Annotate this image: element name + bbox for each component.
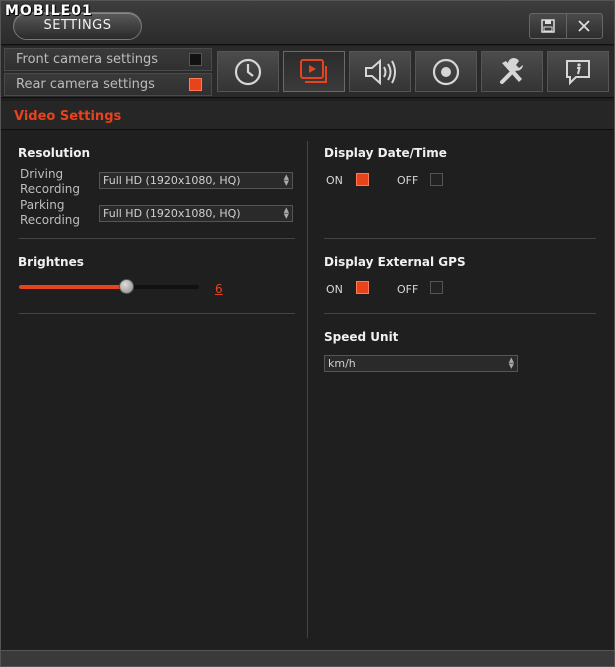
status-footer	[1, 650, 614, 666]
gps-on-checkbox[interactable]	[356, 281, 369, 294]
divider-line	[19, 313, 295, 314]
brightness-slider-thumb[interactable]	[119, 279, 134, 294]
gps-off-label: OFF	[397, 283, 419, 296]
front-camera-option[interactable]: Front camera settings	[4, 48, 212, 71]
resolution-heading: Resolution	[18, 146, 91, 160]
column-divider	[307, 141, 308, 638]
rear-camera-indicator	[189, 78, 202, 91]
tab-recording[interactable]	[415, 51, 477, 92]
settings-tabs	[217, 51, 613, 93]
tools-icon	[500, 57, 523, 84]
brightness-heading: Brightnes	[18, 255, 84, 269]
divider-line	[324, 238, 596, 239]
speed-unit-select[interactable]: km/h ▲ ▼	[324, 355, 518, 372]
spinner-arrows-icon: ▲ ▼	[508, 356, 514, 370]
spinner-arrows-icon: ▲ ▼	[283, 206, 289, 220]
brightness-slider[interactable]	[19, 279, 199, 294]
driving-resolution-value: Full HD (1920x1080, HQ)	[103, 174, 241, 187]
brightness-slider-fill	[19, 285, 127, 289]
record-icon	[432, 58, 460, 85]
rear-camera-option[interactable]: Rear camera settings	[4, 73, 212, 96]
mobile01-logo: MOBILE01	[5, 3, 93, 19]
close-icon	[578, 20, 590, 32]
date-time-off-checkbox[interactable]	[430, 173, 443, 186]
spinner-arrows-icon: ▲ ▼	[283, 173, 289, 187]
window-buttons	[529, 13, 603, 39]
parking-recording-label-line1: Parking	[20, 198, 65, 212]
date-time-heading: Display Date/Time	[324, 146, 447, 160]
date-time-on-checkbox[interactable]	[356, 173, 369, 186]
camera-and-tabs-bar: Front camera settings Rear camera settin…	[1, 46, 614, 98]
tab-time[interactable]	[217, 51, 279, 92]
speaker-icon	[365, 58, 396, 85]
settings-window: SETTINGS MOBILE01 Front camera settings	[0, 0, 615, 667]
tab-sound[interactable]	[349, 51, 411, 92]
speed-unit-heading: Speed Unit	[324, 330, 399, 344]
video-icon	[300, 58, 327, 83]
tab-video[interactable]	[283, 51, 345, 92]
settings-title: SETTINGS	[43, 18, 112, 33]
section-title: Video Settings	[14, 109, 122, 124]
gps-on-label: ON	[326, 283, 343, 296]
save-button[interactable]	[530, 14, 566, 38]
tab-info[interactable]	[547, 51, 609, 92]
speed-unit-value: km/h	[328, 357, 356, 370]
rear-camera-label: Rear camera settings	[16, 77, 155, 92]
save-icon	[541, 19, 555, 33]
divider-line	[324, 313, 596, 314]
driving-recording-label-line2: Recording	[20, 182, 81, 196]
gps-off-checkbox[interactable]	[430, 281, 443, 294]
front-camera-indicator	[189, 53, 202, 66]
divider-line	[19, 238, 295, 239]
date-time-on-label: ON	[326, 174, 343, 187]
clock-icon	[234, 58, 262, 85]
driving-resolution-select[interactable]: Full HD (1920x1080, HQ) ▲ ▼	[99, 172, 293, 189]
parking-resolution-select[interactable]: Full HD (1920x1080, HQ) ▲ ▼	[99, 205, 293, 222]
tab-tools[interactable]	[481, 51, 543, 92]
parking-resolution-value: Full HD (1920x1080, HQ)	[103, 207, 241, 220]
video-settings-panel: Resolution Driving Recording Full HD (19…	[1, 131, 614, 649]
section-header: Video Settings	[1, 101, 614, 130]
title-bar: SETTINGS MOBILE01	[1, 1, 614, 45]
close-button[interactable]	[565, 14, 603, 38]
brightness-value: 6	[215, 282, 223, 296]
gps-heading: Display External GPS	[324, 255, 466, 269]
parking-recording-label-line2: Recording	[20, 213, 81, 227]
front-camera-label: Front camera settings	[16, 52, 159, 67]
driving-recording-label-line1: Driving	[20, 167, 64, 181]
info-icon	[566, 59, 590, 85]
date-time-off-label: OFF	[397, 174, 419, 187]
